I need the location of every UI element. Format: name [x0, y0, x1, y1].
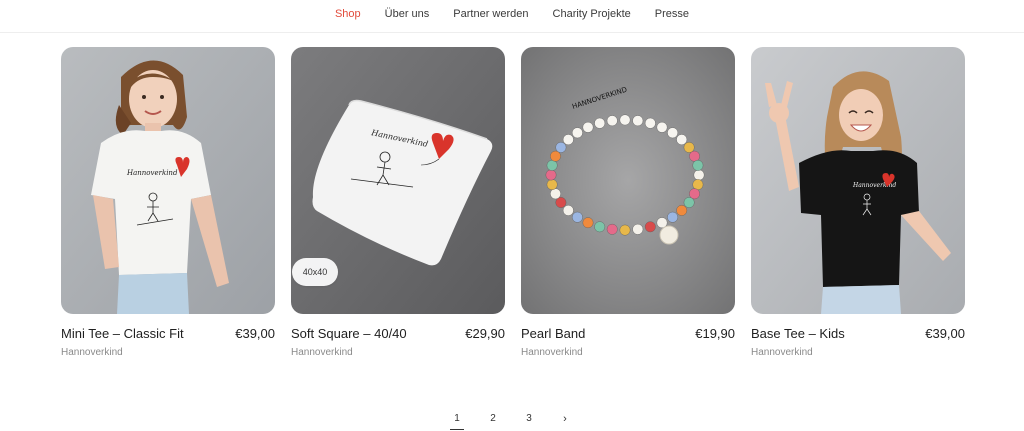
size-badge: 40x40 [292, 258, 338, 286]
bracelet-bead [550, 188, 561, 200]
nav-item-presse[interactable]: Presse [643, 8, 701, 20]
bracelet-bead [619, 114, 631, 126]
bracelet-bead [555, 142, 567, 153]
product-brand: Hannoverkind [751, 347, 813, 358]
bracelet-bead [683, 142, 695, 153]
bracelet-bead [562, 204, 574, 216]
bracelet-bead [667, 127, 679, 139]
product-price: €39,00 [925, 326, 965, 341]
product-image-pearl-band[interactable]: HANNOVERKIND [521, 47, 735, 314]
product-card-pearl-band[interactable]: HANNOVERKIND Pearl Band €19,90 Hannoverk… [521, 47, 735, 362]
svg-text:Hannoverkind: Hannoverkind [126, 169, 178, 177]
nav-item-shop[interactable]: Shop [323, 8, 373, 20]
product-card-mini-tee[interactable]: Hannoverkind Mini Tee – Classic Fit €39,… [61, 47, 275, 362]
product-title[interactable]: Mini Tee – Classic Fit [61, 326, 184, 341]
bracelet-bead [693, 169, 705, 181]
bracelet-bead [546, 160, 558, 171]
product-image-soft-square[interactable]: Hannoverkind 40x40 [291, 47, 505, 314]
girl-white-tee-photo: Hannoverkind [61, 47, 275, 314]
bracelet-bead [594, 221, 606, 233]
product-card-soft-square[interactable]: Hannoverkind 40x40 Soft Square – 40/40 €… [291, 47, 505, 362]
bracelet-bead [656, 121, 668, 133]
bracelet-bead [676, 134, 688, 146]
product-title[interactable]: Base Tee – Kids [751, 326, 845, 341]
top-navigation: Shop Über uns Partner werden Charity Pro… [0, 0, 1024, 33]
pagination: 1 2 3 › [448, 410, 574, 430]
product-image-mini-tee[interactable]: Hannoverkind [61, 47, 275, 314]
nav-item-partner-werden[interactable]: Partner werden [441, 8, 540, 20]
nav-item-charity-projekte[interactable]: Charity Projekte [541, 8, 643, 20]
bracelet-bead [676, 204, 688, 216]
bracelet-bead [632, 115, 644, 127]
nav-item-ueber-uns[interactable]: Über uns [373, 8, 442, 20]
chevron-right-icon[interactable]: › [556, 410, 574, 428]
nav-links: Shop Über uns Partner werden Charity Pro… [0, 8, 1024, 20]
product-image-base-tee[interactable]: Hannoverkind [751, 47, 965, 314]
bracelet-bead [550, 150, 561, 162]
product-title[interactable]: Soft Square – 40/40 [291, 326, 407, 341]
bracelet-bead [594, 117, 606, 129]
product-brand: Hannoverkind [61, 347, 123, 358]
bracelet-bead [692, 160, 704, 171]
bracelet-bead [606, 223, 618, 235]
bracelet-bead [632, 223, 644, 235]
page-2-link[interactable]: 2 [484, 410, 502, 428]
bracelet-bead [644, 117, 656, 129]
bracelet-bead [619, 224, 631, 236]
bracelet-bead [689, 150, 700, 162]
product-price: €29,90 [465, 326, 505, 341]
bracelet-bead [562, 134, 574, 146]
page-3-link[interactable]: 3 [520, 410, 538, 428]
bracelet-bead [667, 211, 679, 223]
product-brand: Hannoverkind [521, 347, 583, 358]
bracelet-bead [606, 115, 618, 127]
bracelet-bead [572, 127, 583, 139]
product-card-base-tee[interactable]: Hannoverkind Base Tee – Kids €39,00 Hann… [751, 47, 965, 362]
bracelet-bead [582, 217, 594, 229]
bracelet-photo: HANNOVERKIND [521, 47, 735, 314]
girl-black-tee-photo: Hannoverkind [751, 47, 965, 314]
bracelet-bead [546, 179, 558, 191]
bracelet-bead [692, 179, 704, 191]
product-title[interactable]: Pearl Band [521, 326, 585, 341]
bracelet-bead [572, 211, 583, 223]
product-grid: Hannoverkind Mini Tee – Classic Fit €39,… [61, 47, 965, 367]
bracelet-bead [683, 197, 695, 208]
bracelet-bead [644, 221, 656, 233]
bracelet-bead [545, 169, 557, 181]
bracelet-bead [582, 121, 594, 133]
product-price: €19,90 [695, 326, 735, 341]
page-1-link[interactable]: 1 [448, 410, 466, 430]
product-price: €39,00 [235, 326, 275, 341]
product-brand: Hannoverkind [291, 347, 353, 358]
